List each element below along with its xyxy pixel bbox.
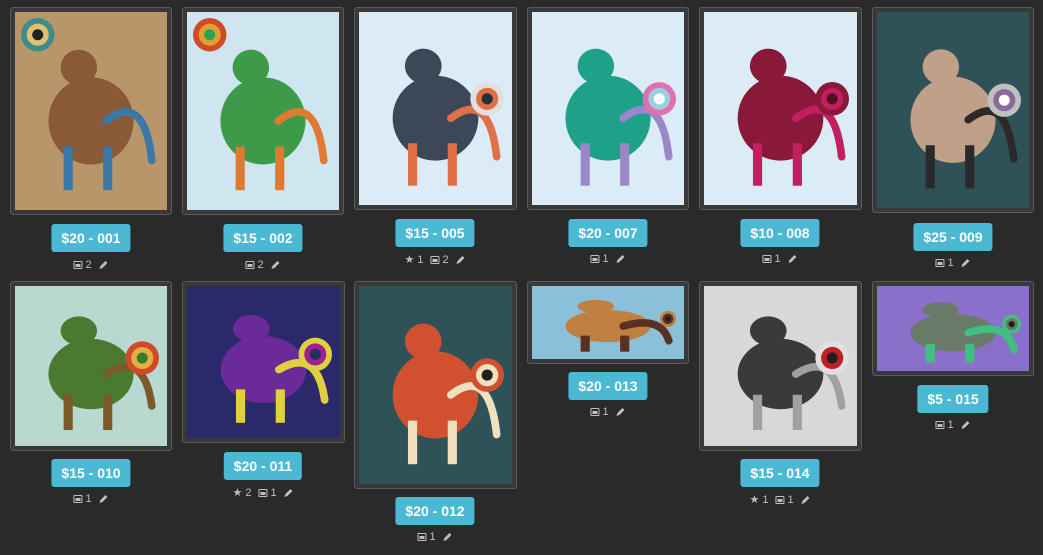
price-button[interactable]: $5 - 015	[917, 385, 989, 413]
thumbnail[interactable]	[527, 7, 689, 210]
star-icon: ★	[232, 487, 243, 499]
price-button[interactable]: $20 - 012	[395, 497, 475, 525]
image-icon	[762, 255, 772, 263]
star-icon: ★	[749, 494, 760, 506]
price-button[interactable]: $10 - 008	[740, 219, 820, 247]
thumbnail[interactable]	[699, 7, 862, 210]
artwork-image	[877, 12, 1029, 208]
meta-row: 1	[417, 531, 452, 543]
price-button[interactable]: $20 - 011	[223, 452, 303, 480]
thumbnail[interactable]	[699, 281, 862, 451]
image-icon	[775, 495, 785, 504]
image-count: 2	[85, 259, 92, 271]
image-icon	[73, 261, 83, 269]
image-count: 1	[270, 486, 277, 499]
star-count: 1	[762, 493, 769, 506]
meta-row: ★ 1 2	[404, 253, 465, 266]
price-button[interactable]: $15 - 010	[51, 459, 131, 487]
image-count: 1	[774, 253, 781, 265]
meta-row: 2	[73, 259, 108, 271]
price-button[interactable]: $15 - 002	[223, 224, 303, 252]
artwork-image	[704, 286, 857, 446]
thumbnail[interactable]	[354, 281, 517, 489]
artwork-image	[704, 12, 857, 205]
meta-row: 2	[245, 259, 280, 271]
pencil-icon[interactable]	[284, 488, 294, 498]
image-count: 1	[947, 419, 954, 431]
star-icon: ★	[404, 254, 415, 266]
price-button[interactable]: $25 - 009	[913, 223, 993, 251]
image-icon	[935, 421, 945, 429]
thumbnail[interactable]	[872, 7, 1034, 213]
artwork-image	[187, 12, 339, 210]
price-button[interactable]: $15 - 005	[395, 219, 475, 247]
meta-row: 1	[762, 253, 797, 265]
artwork-image	[359, 286, 512, 484]
image-icon	[417, 533, 427, 541]
pencil-icon[interactable]	[801, 495, 811, 505]
image-count: 1	[787, 493, 794, 506]
image-count: 2	[257, 259, 264, 271]
artwork-image	[877, 286, 1029, 371]
thumbnail[interactable]	[182, 281, 345, 443]
image-count: 1	[602, 253, 609, 265]
thumbnail[interactable]	[872, 281, 1034, 376]
image-icon	[935, 259, 945, 267]
price-button[interactable]: $20 - 001	[51, 224, 131, 252]
pencil-icon[interactable]	[961, 420, 971, 430]
pencil-icon[interactable]	[99, 260, 109, 270]
image-icon	[430, 255, 440, 264]
artwork-image	[187, 286, 340, 438]
artwork-image	[359, 12, 512, 205]
artwork-image	[15, 12, 167, 210]
pencil-icon[interactable]	[271, 260, 281, 270]
artwork-image	[15, 286, 167, 446]
pencil-icon[interactable]	[616, 407, 626, 417]
image-icon	[590, 255, 600, 263]
meta-row: 1	[590, 253, 625, 265]
price-button[interactable]: $20 - 007	[568, 219, 648, 247]
meta-row: ★ 2 1	[232, 486, 293, 499]
pencil-icon[interactable]	[616, 254, 626, 264]
image-icon	[245, 261, 255, 269]
image-count: 1	[947, 257, 954, 269]
artwork-image	[532, 286, 684, 359]
thumbnail[interactable]	[182, 7, 344, 215]
pencil-icon[interactable]	[99, 494, 109, 504]
pencil-icon[interactable]	[788, 254, 798, 264]
thumbnail[interactable]	[354, 7, 517, 210]
price-button[interactable]: $20 - 013	[568, 372, 648, 400]
thumbnail[interactable]	[10, 281, 172, 451]
meta-row: 1	[590, 406, 625, 418]
thumbnail[interactable]	[527, 281, 689, 364]
pencil-icon[interactable]	[443, 532, 453, 542]
pencil-icon[interactable]	[961, 258, 971, 268]
image-count: 1	[429, 531, 436, 543]
image-count: 1	[602, 406, 609, 418]
meta-row: 1	[935, 257, 970, 269]
meta-row: 1	[73, 493, 108, 505]
meta-row: ★ 1 1	[749, 493, 810, 506]
star-count: 2	[245, 486, 252, 499]
image-icon	[590, 408, 600, 416]
image-count: 2	[442, 253, 449, 266]
pencil-icon[interactable]	[456, 255, 466, 265]
image-icon	[73, 495, 83, 503]
image-count: 1	[85, 493, 92, 505]
thumbnail[interactable]	[10, 7, 172, 215]
price-button[interactable]: $15 - 014	[740, 459, 820, 487]
image-icon	[258, 488, 268, 497]
star-count: 1	[417, 253, 424, 266]
meta-row: 1	[935, 419, 970, 431]
artwork-image	[532, 12, 684, 205]
